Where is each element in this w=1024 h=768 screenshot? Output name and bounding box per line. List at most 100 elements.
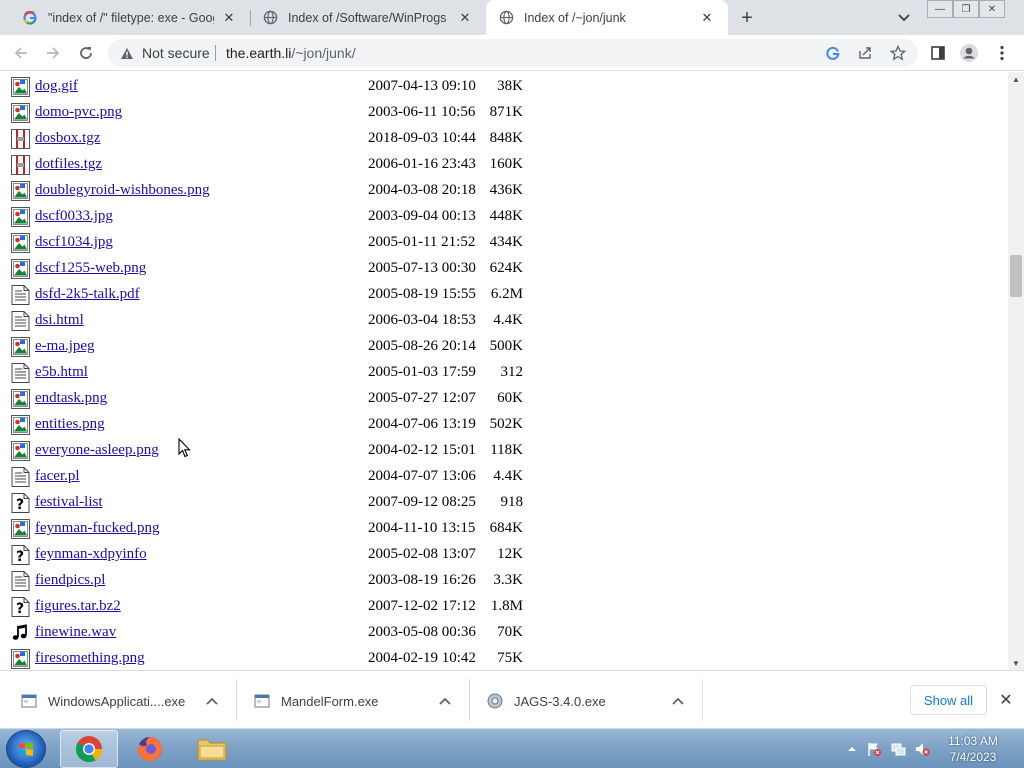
scroll-up-arrow-icon[interactable]: ▲ (1008, 72, 1024, 86)
image-icon[interactable] (11, 233, 30, 253)
file-link[interactable]: dscf0033.jpg (35, 208, 113, 225)
file-link[interactable]: dsi.html (35, 312, 84, 329)
compressed-icon[interactable] (11, 129, 30, 149)
download-item[interactable]: JAGS-3.4.0.exe (486, 679, 696, 723)
image-icon[interactable] (11, 389, 30, 409)
image-icon[interactable] (11, 649, 30, 669)
file-link[interactable]: festival-list (35, 494, 103, 511)
taskbar-firefox[interactable] (121, 730, 179, 768)
security-label[interactable]: Not secure (142, 45, 210, 61)
tab-close-icon[interactable]: ✕ (456, 9, 474, 27)
tab-close-icon[interactable]: ✕ (698, 9, 716, 27)
image-icon[interactable] (11, 519, 30, 539)
file-link[interactable]: dscf1255-web.png (35, 260, 146, 277)
file-link[interactable]: everyone-asleep.png (35, 442, 159, 459)
image-icon[interactable] (11, 77, 30, 97)
file-link[interactable]: entities.png (35, 416, 105, 433)
google-lens-icon[interactable] (824, 44, 842, 62)
unknown-icon[interactable]: ? (11, 545, 30, 565)
file-link[interactable]: endtask.png (35, 390, 107, 407)
file-link[interactable]: dog.gif (35, 78, 78, 95)
file-link[interactable]: dotfiles.tgz (35, 156, 102, 173)
image-icon[interactable] (11, 103, 30, 123)
forward-button[interactable] (41, 41, 65, 65)
image-icon[interactable] (11, 181, 30, 201)
bookmark-star-icon[interactable] (889, 44, 907, 62)
listing-row: dscf1255-web.png 2005-07-13 00:30 624K (0, 256, 1000, 282)
show-all-button[interactable]: Show all (910, 685, 987, 715)
back-button[interactable] (9, 41, 33, 65)
file-link[interactable]: feynman-fucked.png (35, 520, 160, 537)
image-icon[interactable] (11, 441, 30, 461)
file-link[interactable]: finewine.wav (35, 624, 116, 641)
download-separator (236, 679, 237, 721)
text-icon[interactable] (11, 363, 30, 383)
tab-jon-junk[interactable]: Index of /~jon/junk ✕ (486, 0, 728, 35)
url-text[interactable]: the.earth.li/~jon/junk/ (226, 45, 356, 61)
close-shelf-icon[interactable]: ✕ (996, 690, 1016, 710)
taskbar-chrome[interactable] (60, 730, 118, 768)
taskbar-explorer[interactable] (183, 730, 241, 768)
tab-google-search[interactable]: "index of /" filetype: exe - Google ✕ (10, 0, 250, 35)
warning-icon[interactable] (118, 44, 136, 62)
unknown-icon[interactable]: ? (11, 597, 30, 617)
image-icon[interactable] (11, 415, 30, 435)
file-date: 2007-04-13 09:10 (368, 78, 476, 94)
text-icon[interactable] (11, 311, 30, 331)
listing-row: endtask.png 2005-07-27 12:07 60K (0, 386, 1000, 412)
new-tab-button[interactable]: + (735, 6, 759, 30)
file-size: 60K (497, 390, 523, 406)
text-icon[interactable] (11, 467, 30, 487)
scroll-down-arrow-icon[interactable]: ▼ (1008, 656, 1024, 670)
volume-muted-icon[interactable] (914, 741, 930, 757)
file-link[interactable]: dosbox.tgz (35, 130, 100, 147)
file-link[interactable]: fiendpics.pl (35, 572, 105, 589)
file-link[interactable]: e-ma.jpeg (35, 338, 95, 355)
download-item[interactable]: WindowsApplicati....exe (20, 679, 230, 723)
tab-search-chevron-icon[interactable] (894, 8, 914, 28)
tab-winprogs[interactable]: Index of /Software/WinProgs ✕ (250, 0, 486, 35)
share-icon[interactable] (856, 44, 874, 62)
image-icon[interactable] (11, 259, 30, 279)
minimize-button[interactable]: — (927, 0, 953, 18)
file-link[interactable]: doublegyroid-wishbones.png (35, 182, 210, 199)
unknown-icon[interactable]: ? (11, 493, 30, 513)
text-icon[interactable] (11, 571, 30, 591)
chevron-up-icon[interactable] (437, 693, 453, 709)
file-link[interactable]: dsfd-2k5-talk.pdf (35, 286, 140, 303)
scroll-thumb[interactable] (1010, 255, 1022, 297)
vertical-scrollbar[interactable]: ▲ ▼ (1008, 72, 1024, 670)
compressed-icon[interactable] (11, 155, 30, 175)
image-icon[interactable] (11, 337, 30, 357)
address-bar[interactable]: Not secure the.earth.li/~jon/junk/ (108, 39, 918, 67)
close-window-button[interactable]: ✕ (979, 0, 1005, 18)
chevron-up-icon[interactable] (204, 693, 220, 709)
action-center-flag-icon[interactable] (866, 741, 882, 757)
file-link[interactable]: dscf1034.jpg (35, 234, 113, 251)
system-clock[interactable]: 11:03 AM 7/4/2023 (938, 733, 1008, 765)
side-panel-icon[interactable] (926, 41, 950, 65)
chevron-up-icon[interactable] (670, 693, 686, 709)
file-link[interactable]: firesomething.png (35, 650, 145, 667)
maximize-button[interactable]: ❐ (953, 0, 979, 18)
profile-avatar-icon[interactable] (957, 41, 981, 65)
file-link[interactable]: e5b.html (35, 364, 88, 381)
text-icon[interactable] (11, 285, 30, 305)
file-link[interactable]: feynman-xdpyinfo (35, 546, 147, 563)
reload-button[interactable] (74, 41, 98, 65)
file-size: 436K (489, 182, 523, 198)
file-size: 434K (489, 234, 523, 250)
network-icon[interactable] (890, 741, 906, 757)
sound-icon[interactable] (11, 623, 30, 643)
file-link[interactable]: figures.tar.bz2 (35, 598, 121, 615)
file-link[interactable]: domo-pvc.png (35, 104, 122, 121)
tab-close-icon[interactable]: ✕ (220, 9, 238, 27)
image-icon[interactable] (11, 207, 30, 227)
file-size: 6.2M (490, 286, 523, 302)
start-button[interactable] (6, 730, 46, 768)
show-hidden-icons-icon[interactable] (844, 741, 860, 757)
file-size: 75K (497, 650, 523, 666)
menu-kebab-icon[interactable] (990, 41, 1014, 65)
file-link[interactable]: facer.pl (35, 468, 80, 485)
download-item[interactable]: MandelForm.exe (253, 679, 463, 723)
